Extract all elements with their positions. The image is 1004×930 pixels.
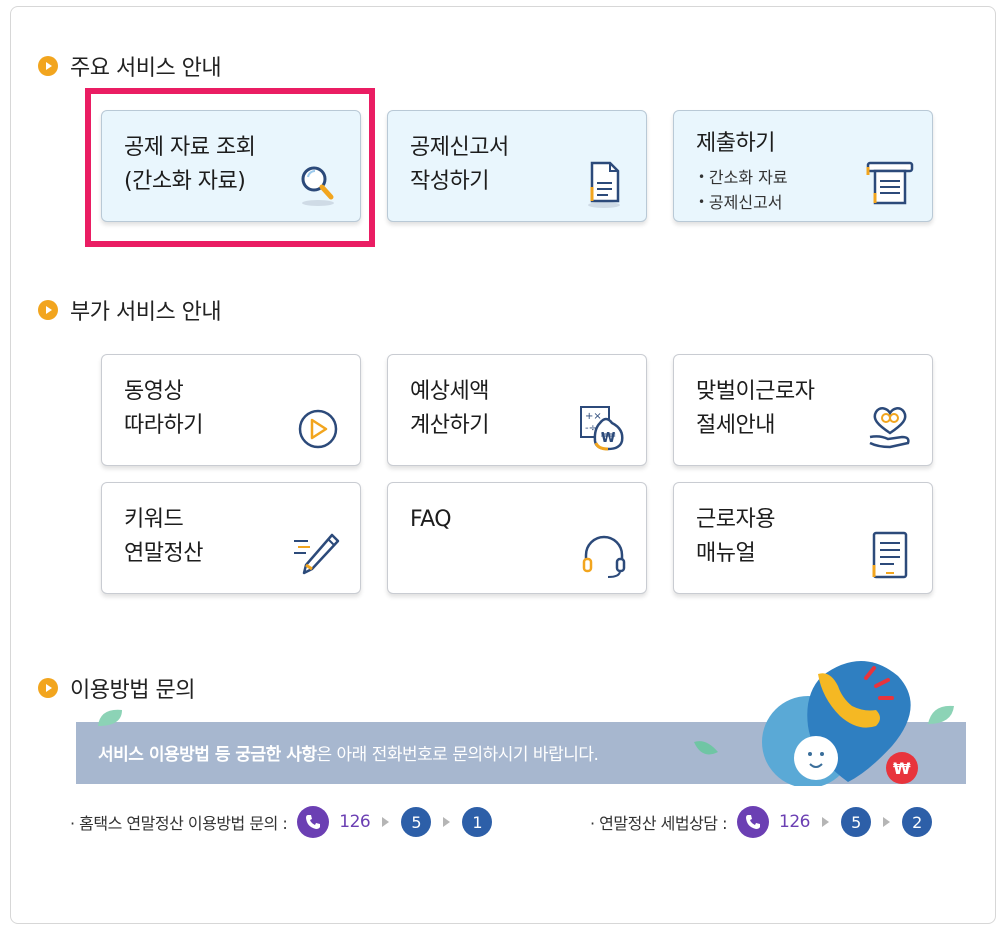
leaf-icon xyxy=(98,709,122,726)
section-title-extra: 부가 서비스 안내 xyxy=(70,300,222,325)
phone-icon xyxy=(297,806,330,838)
phone-icon xyxy=(737,806,769,838)
document-icon xyxy=(588,161,620,208)
arrow-right-icon xyxy=(443,817,451,827)
step-number: 2 xyxy=(901,807,932,837)
svg-text:₩: ₩ xyxy=(601,431,616,446)
phone-number: 126 xyxy=(339,812,371,832)
card-title: 공제 자료 조회 (간소화 자료) xyxy=(124,135,256,194)
heart-phone-illustration: ₩ xyxy=(762,661,918,786)
card-video-tutorial[interactable]: 동영상 따라하기 xyxy=(101,354,361,466)
manual-icon xyxy=(872,531,908,579)
play-circle-icon xyxy=(298,409,338,449)
heart-hand-icon xyxy=(869,407,910,449)
headset-icon xyxy=(582,535,626,578)
card-worker-manual[interactable]: 근로자용 매뉴얼 xyxy=(673,482,933,594)
card-dual-income-tax-guide[interactable]: 맞벌이근로자 절세안내 xyxy=(673,354,933,466)
orange-play-bullet-icon xyxy=(38,678,58,698)
arrow-right-icon xyxy=(882,817,890,827)
svg-text:₩: ₩ xyxy=(893,759,911,778)
list-item: 간소화 자료 xyxy=(698,165,788,190)
list-item: 공제신고서 xyxy=(698,190,788,215)
arrow-right-icon xyxy=(382,817,390,827)
card-keyword-year-end[interactable]: 키워드 연말정산 xyxy=(101,482,361,594)
card-title: 동영상 따라하기 xyxy=(124,379,203,438)
phone-number: 126 xyxy=(779,812,810,832)
card-tax-estimate[interactable]: 예상세액 계산하기 +× -÷ ₩ xyxy=(387,354,647,466)
card-title: 키워드 연말정산 xyxy=(124,507,203,566)
card-submit[interactable]: 제출하기 간소화 자료 공제신고서 xyxy=(673,110,933,222)
card-submit-items: 간소화 자료 공제신고서 xyxy=(698,165,788,215)
arrow-right-icon xyxy=(821,817,829,827)
orange-play-bullet-icon xyxy=(38,56,58,76)
step-number: 5 xyxy=(840,807,871,837)
card-title: FAQ xyxy=(410,507,452,532)
card-title: 맞벌이근로자 절세안내 xyxy=(696,379,815,438)
card-title: 근로자용 매뉴얼 xyxy=(696,507,775,566)
section-title-main: 주요 서비스 안내 xyxy=(70,56,222,81)
svg-text:+×: +× xyxy=(585,411,602,422)
calculator-money-bag-icon: +× -÷ ₩ xyxy=(580,406,624,451)
orange-play-bullet-icon xyxy=(38,300,58,320)
step-number: 5 xyxy=(401,807,432,837)
submit-tray-icon xyxy=(866,161,914,205)
banner-bold-text: 서비스 이용방법 등 궁금한 사항 xyxy=(98,745,317,765)
contact-label: · 홈택스 연말정산 이용방법 문의 : xyxy=(70,814,288,833)
card-deduction-data-lookup[interactable]: 공제 자료 조회 (간소화 자료) xyxy=(101,110,361,222)
contact-label: · 연말정산 세법상담 : xyxy=(590,814,728,833)
card-title: 예상세액 계산하기 xyxy=(410,379,489,438)
section-main-services: 주요 서비스 안내 xyxy=(38,50,222,82)
contact-hometax-usage: · 홈택스 연말정산 이용방법 문의 : 126 5 1 xyxy=(70,806,493,838)
card-title: 제출하기 xyxy=(696,131,775,156)
section-extra-services: 부가 서비스 안내 xyxy=(38,294,222,326)
step-number: 1 xyxy=(462,807,493,837)
card-faq[interactable]: FAQ xyxy=(387,482,647,594)
section-inquiry: 이용방법 문의 xyxy=(38,672,195,704)
card-deduction-form-write[interactable]: 공제신고서 작성하기 xyxy=(387,110,647,222)
banner-text: 서비스 이용방법 등 궁금한 사항은 아래 전화번호로 문의하시기 바랍니다. xyxy=(98,740,599,765)
leaf-icon xyxy=(694,741,718,755)
banner-rest-text: 은 아래 전화번호로 문의하시기 바랍니다. xyxy=(316,745,599,765)
card-title: 공제신고서 작성하기 xyxy=(410,135,509,194)
pen-icon xyxy=(294,533,340,575)
section-title-inquiry: 이용방법 문의 xyxy=(70,678,195,703)
search-icon xyxy=(301,166,334,206)
contact-tax-law-consult: · 연말정산 세법상담 : 126 5 2 xyxy=(590,806,932,838)
